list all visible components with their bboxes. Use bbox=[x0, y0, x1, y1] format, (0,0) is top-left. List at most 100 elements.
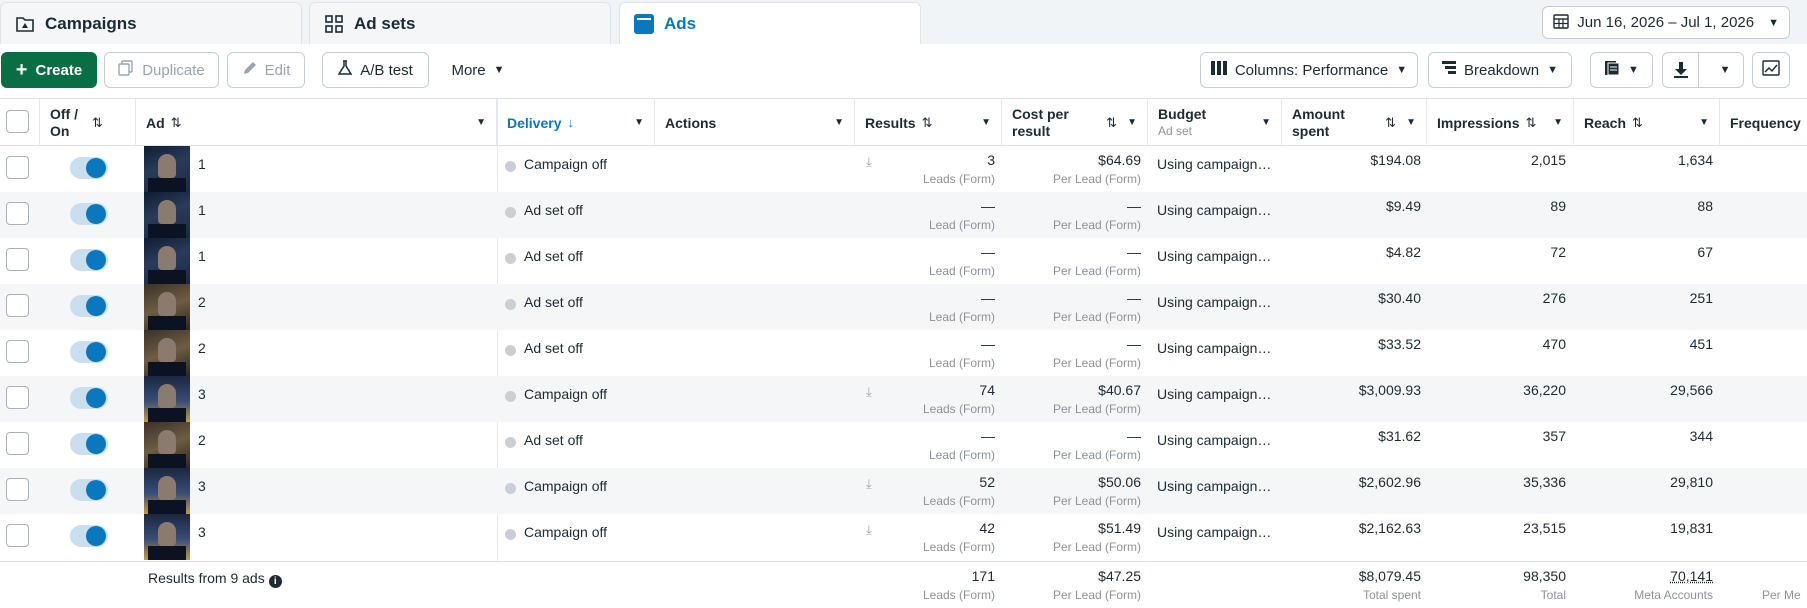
chevron-down-icon[interactable]: ▼ bbox=[1553, 117, 1563, 128]
ad-name[interactable]: 2 bbox=[198, 432, 206, 448]
ad-thumbnail[interactable] bbox=[144, 514, 190, 560]
download-icon[interactable]: ⤓ bbox=[866, 384, 872, 400]
export-button[interactable]: ▼ bbox=[1662, 52, 1744, 88]
header-off-on[interactable]: Off / On ⇅ bbox=[40, 99, 136, 146]
on-off-toggle[interactable] bbox=[70, 433, 108, 455]
chevron-down-icon[interactable]: ▼ bbox=[1261, 117, 1271, 128]
ad-name[interactable]: 2 bbox=[198, 340, 206, 356]
info-icon[interactable]: i bbox=[269, 575, 282, 588]
results-sublabel: Leads (Form) bbox=[923, 172, 995, 186]
impressions-value: 23,515 bbox=[1523, 520, 1566, 536]
tab-ads[interactable]: Ads bbox=[619, 2, 921, 45]
ad-name[interactable]: 3 bbox=[198, 524, 206, 540]
table-row[interactable]: 2 Ad set off — Lead (Form) — Per Lead (F… bbox=[0, 284, 1807, 330]
ad-name[interactable]: 1 bbox=[198, 202, 206, 218]
amount-spent-value: $2,162.63 bbox=[1359, 520, 1421, 536]
table-row[interactable]: 1 Ad set off — Lead (Form) — Per Lead (F… bbox=[0, 238, 1807, 284]
header-reach-label: Reach bbox=[1584, 115, 1626, 131]
header-ad[interactable]: Ad ⇅ ▼ bbox=[136, 99, 497, 146]
row-checkbox[interactable] bbox=[6, 386, 29, 409]
on-off-toggle[interactable] bbox=[70, 525, 108, 547]
status-dot bbox=[505, 483, 516, 494]
row-checkbox[interactable] bbox=[6, 202, 29, 225]
more-button[interactable]: More ▼ bbox=[438, 52, 518, 88]
on-off-toggle[interactable] bbox=[70, 341, 108, 363]
download-icon[interactable]: ⤓ bbox=[866, 522, 872, 538]
chevron-down-icon[interactable]: ▼ bbox=[634, 117, 644, 128]
ad-name[interactable]: 3 bbox=[198, 386, 206, 402]
ad-thumbnail[interactable] bbox=[144, 376, 190, 422]
header-delivery[interactable]: Delivery ↓ ▼ bbox=[497, 99, 655, 146]
header-budget[interactable]: Budget Ad set ▼ bbox=[1148, 99, 1282, 146]
on-off-toggle[interactable] bbox=[70, 249, 108, 271]
cost-per-result-value: — bbox=[1127, 336, 1141, 352]
on-off-toggle[interactable] bbox=[70, 295, 108, 317]
table-row[interactable]: 1 Campaign off ⤓ 3 Leads (Form) $64.69 P… bbox=[0, 146, 1807, 192]
columns-button[interactable]: Columns: Performance ▼ bbox=[1200, 52, 1418, 88]
ad-thumbnail[interactable] bbox=[144, 284, 190, 330]
edit-button[interactable]: Edit bbox=[227, 52, 305, 88]
date-range-picker[interactable]: Jun 16, 2026 – Jul 1, 2026 ▼ bbox=[1542, 6, 1790, 39]
table-row[interactable]: 3 Campaign off ⤓ 42 Leads (Form) $51.49 … bbox=[0, 514, 1807, 560]
breakdown-button[interactable]: Breakdown ▼ bbox=[1428, 52, 1572, 88]
ad-thumbnail[interactable] bbox=[144, 238, 190, 284]
row-checkbox[interactable] bbox=[6, 156, 29, 179]
footer-results-value: 171 bbox=[972, 568, 995, 584]
chevron-down-icon[interactable]: ▼ bbox=[981, 117, 991, 128]
header-cost-per-result[interactable]: Cost per result ⇅ ▼ bbox=[1002, 99, 1148, 146]
table-row[interactable]: 3 Campaign off ⤓ 52 Leads (Form) $50.06 … bbox=[0, 468, 1807, 514]
header-amount-spent-label: Amount spent bbox=[1292, 106, 1362, 140]
header-results[interactable]: Results ⇅ ▼ bbox=[855, 99, 1002, 146]
row-checkbox[interactable] bbox=[6, 478, 29, 501]
chevron-down-icon[interactable]: ▼ bbox=[476, 117, 486, 128]
ad-name[interactable]: 3 bbox=[198, 478, 206, 494]
footer-summary-label: Results from 9 ads bbox=[148, 570, 265, 586]
download-icon[interactable]: ⤓ bbox=[866, 154, 872, 170]
select-all-checkbox[interactable] bbox=[6, 110, 29, 133]
table-row[interactable]: 1 Ad set off — Lead (Form) — Per Lead (F… bbox=[0, 192, 1807, 238]
on-off-toggle[interactable] bbox=[70, 479, 108, 501]
row-checkbox[interactable] bbox=[6, 248, 29, 271]
chevron-down-icon[interactable]: ▼ bbox=[1127, 117, 1137, 128]
header-frequency[interactable]: Frequency bbox=[1720, 99, 1807, 146]
ad-thumbnail[interactable] bbox=[144, 146, 190, 192]
on-off-toggle[interactable] bbox=[70, 203, 108, 225]
header-impressions[interactable]: Impressions ⇅ ▼ bbox=[1427, 99, 1574, 146]
ad-name[interactable]: 2 bbox=[198, 294, 206, 310]
row-checkbox[interactable] bbox=[6, 524, 29, 547]
header-reach[interactable]: Reach ⇅ ▼ bbox=[1574, 99, 1720, 146]
tab-campaigns[interactable]: Campaigns bbox=[0, 2, 302, 44]
ad-thumbnail[interactable] bbox=[144, 192, 190, 238]
header-delivery-label: Delivery bbox=[507, 115, 561, 131]
ad-name[interactable]: 1 bbox=[198, 248, 206, 264]
header-budget-sublabel: Ad set bbox=[1158, 123, 1206, 140]
on-off-toggle[interactable] bbox=[70, 387, 108, 409]
table-row[interactable]: 2 Ad set off — Lead (Form) — Per Lead (F… bbox=[0, 422, 1807, 468]
download-icon[interactable]: ⤓ bbox=[866, 476, 872, 492]
results-sublabel: Leads (Form) bbox=[923, 540, 995, 554]
chevron-down-icon[interactable]: ▼ bbox=[1699, 117, 1709, 128]
chevron-down-icon[interactable]: ▼ bbox=[834, 117, 844, 128]
row-checkbox[interactable] bbox=[6, 432, 29, 455]
row-checkbox[interactable] bbox=[6, 294, 29, 317]
results-sublabel: Leads (Form) bbox=[923, 402, 995, 416]
create-button[interactable]: + Create bbox=[1, 52, 97, 88]
ad-thumbnail[interactable] bbox=[144, 330, 190, 376]
tab-adsets[interactable]: Ad sets bbox=[309, 2, 611, 44]
ad-icon bbox=[634, 14, 654, 34]
ad-thumbnail[interactable] bbox=[144, 422, 190, 468]
chevron-down-icon[interactable]: ▼ bbox=[1406, 117, 1416, 128]
footer-cpr-value: $47.25 bbox=[1098, 568, 1141, 584]
reports-button[interactable]: ▼ bbox=[1590, 52, 1653, 88]
on-off-toggle[interactable] bbox=[70, 157, 108, 179]
header-actions[interactable]: Actions ▼ bbox=[655, 99, 855, 146]
chart-view-button[interactable] bbox=[1752, 52, 1790, 88]
table-row[interactable]: 2 Ad set off — Lead (Form) — Per Lead (F… bbox=[0, 330, 1807, 376]
duplicate-button[interactable]: Duplicate bbox=[104, 52, 219, 88]
ab-test-button[interactable]: A/B test bbox=[322, 52, 429, 88]
table-row[interactable]: 3 Campaign off ⤓ 74 Leads (Form) $40.67 … bbox=[0, 376, 1807, 422]
ad-name[interactable]: 1 bbox=[198, 156, 206, 172]
row-checkbox[interactable] bbox=[6, 340, 29, 363]
header-amount-spent[interactable]: Amount spent ⇅ ▼ bbox=[1282, 99, 1427, 146]
ad-thumbnail[interactable] bbox=[144, 468, 190, 514]
